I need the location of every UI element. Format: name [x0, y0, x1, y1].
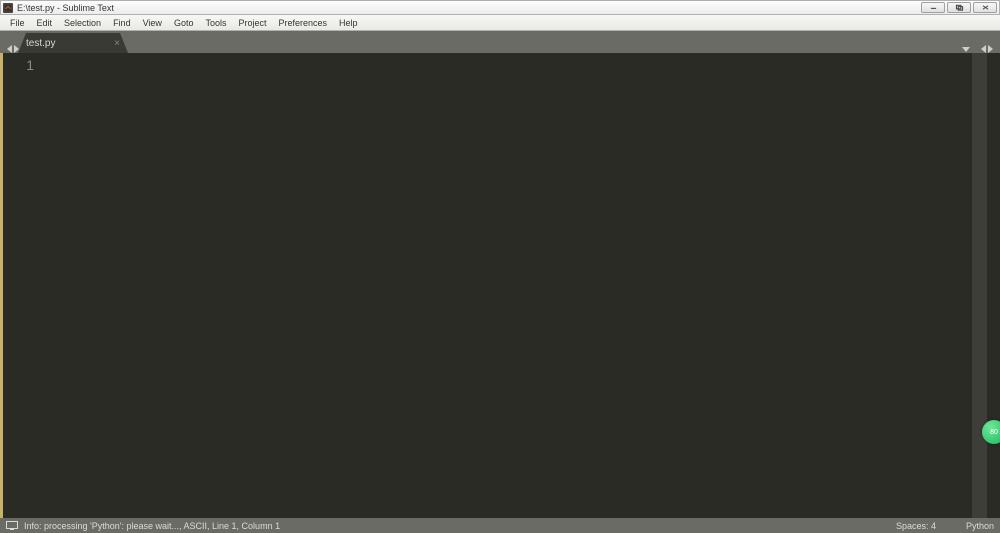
- status-message: Info: processing 'Python': please wait..…: [24, 521, 280, 531]
- tab-dropdown-icon[interactable]: [962, 47, 970, 52]
- menu-edit[interactable]: Edit: [31, 15, 59, 30]
- menu-view[interactable]: View: [137, 15, 168, 30]
- app-icon: [3, 3, 13, 13]
- tab-history-nav: [6, 45, 20, 53]
- status-bar: Info: processing 'Python': please wait..…: [0, 518, 1000, 533]
- tab-test-py[interactable]: test.py ×: [18, 33, 128, 53]
- tab-forward-icon[interactable]: [14, 45, 19, 53]
- menu-preferences[interactable]: Preferences: [272, 15, 333, 30]
- badge-text: 80: [990, 429, 998, 436]
- minimize-button[interactable]: [921, 2, 945, 13]
- vertical-scrollbar[interactable]: [972, 53, 986, 518]
- status-indent[interactable]: Spaces: 4: [896, 521, 936, 531]
- code-area[interactable]: [42, 53, 972, 518]
- tab-scroll-left-icon[interactable]: [981, 45, 986, 53]
- floating-badge[interactable]: 80: [982, 420, 1000, 444]
- menu-goto[interactable]: Goto: [168, 15, 200, 30]
- tab-bar: test.py ×: [0, 31, 1000, 53]
- tab-scroll-right-icon[interactable]: [988, 45, 993, 53]
- tab-back-icon[interactable]: [7, 45, 12, 53]
- menu-help[interactable]: Help: [333, 15, 364, 30]
- maximize-button[interactable]: [947, 2, 971, 13]
- close-icon[interactable]: ×: [100, 38, 120, 49]
- tab-overflow-controls: [961, 45, 994, 53]
- window-controls: [921, 2, 999, 13]
- menu-tools[interactable]: Tools: [199, 15, 232, 30]
- console-icon[interactable]: [6, 521, 18, 530]
- minimap[interactable]: [986, 53, 1000, 518]
- window-title: E:\test.py - Sublime Text: [17, 3, 114, 13]
- menu-find[interactable]: Find: [107, 15, 137, 30]
- menu-file[interactable]: File: [4, 15, 31, 30]
- tab-label: test.py: [26, 38, 55, 49]
- line-number: 1: [3, 57, 34, 73]
- editor: 1: [0, 53, 1000, 518]
- status-syntax[interactable]: Python: [966, 521, 994, 531]
- close-button[interactable]: [973, 2, 997, 13]
- menu-bar: File Edit Selection Find View Goto Tools…: [0, 15, 1000, 31]
- window-titlebar: E:\test.py - Sublime Text: [0, 0, 1000, 15]
- menu-selection[interactable]: Selection: [58, 15, 107, 30]
- line-gutter: 1: [0, 53, 42, 518]
- menu-project[interactable]: Project: [232, 15, 272, 30]
